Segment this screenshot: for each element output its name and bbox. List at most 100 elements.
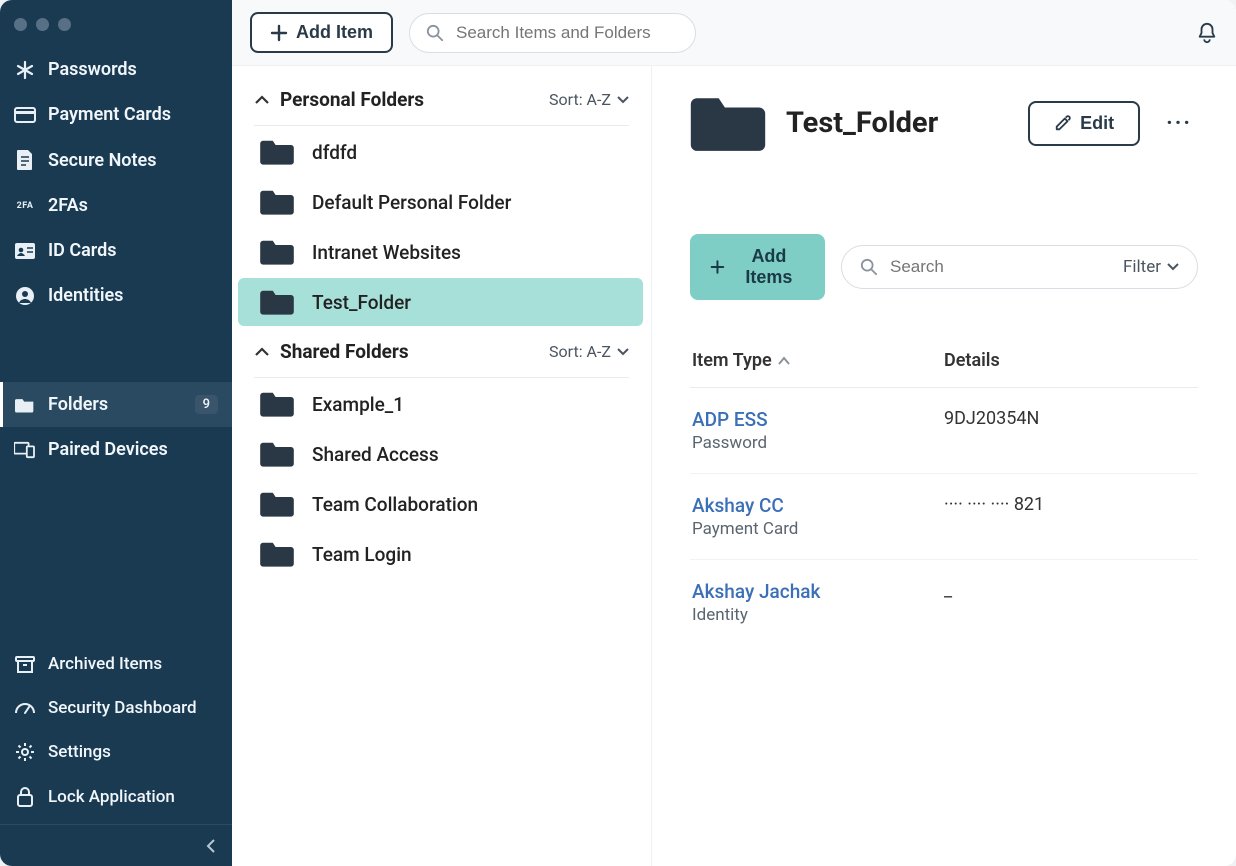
sidebar-item-settings[interactable]: Settings [0,730,232,774]
sort-button[interactable]: Sort: A-Z [549,90,629,109]
sidebar-item-identities[interactable]: Identities [0,273,232,318]
chevron-left-icon [206,838,216,854]
folder-detail-panel: Test_Folder Edit ··· Add Items [652,66,1236,866]
folder-icon [260,138,294,166]
sidebar-item-label: Lock Application [48,787,175,807]
chevron-up-icon [254,94,270,106]
folder-row[interactable]: Team Login [238,530,643,578]
plus-icon [270,24,288,42]
item-details-cell: ···· ···· ···· 821 [944,494,1196,539]
filter-label: Filter [1123,257,1161,277]
sidebar-item-label: Archived Items [48,654,162,674]
sidebar-item-secure-notes[interactable]: Secure Notes [0,137,232,183]
item-details-cell: 9DJ20354N [944,408,1196,453]
folder-name: Team Login [312,543,412,566]
sidebar-item-2fas[interactable]: 2FA2FAs [0,183,232,228]
window-controls [0,0,232,43]
edit-label: Edit [1080,113,1114,134]
bell-icon [1196,21,1218,45]
items-table: Item Type Details ADP ESSPassword9DJ2035… [690,340,1198,645]
chevron-down-icon [1167,263,1179,271]
sidebar-item-label: Paired Devices [48,439,168,460]
item-row[interactable]: Akshay CCPayment Card···· ···· ···· 821 [690,474,1198,560]
notifications-button[interactable] [1196,21,1218,45]
folder-row[interactable]: Intranet Websites [238,228,643,276]
sidebar-item-id-cards[interactable]: ID Cards [0,228,232,273]
column-item-type[interactable]: Item Type [692,350,944,371]
item-type-cell: Akshay JachakIdentity [692,580,944,625]
id-icon [14,242,36,260]
folder-row[interactable]: Example_1 [238,380,643,428]
gauge-icon [14,699,36,717]
chevron-down-icon [617,348,629,356]
folder-row[interactable]: Test_Folder [238,278,643,326]
folder-row[interactable]: Shared Access [238,430,643,478]
add-item-label: Add Item [296,22,373,43]
folder-icon [260,390,294,418]
sort-button[interactable]: Sort: A-Z [549,342,629,361]
gear-icon [14,742,36,762]
sidebar-collapse-button[interactable] [0,824,232,866]
item-name[interactable]: Akshay CC [692,494,944,517]
global-search[interactable] [409,13,696,53]
folder-row[interactable]: dfdfd [238,128,643,176]
add-item-button[interactable]: Add Item [250,12,393,53]
item-subtype: Payment Card [692,519,944,539]
add-items-button[interactable]: Add Items [690,234,825,300]
traffic-light-close[interactable] [14,18,27,31]
global-search-input[interactable] [454,22,679,44]
item-row[interactable]: ADP ESSPassword9DJ20354N [690,388,1198,474]
person-icon [14,286,36,306]
item-name[interactable]: Akshay Jachak [692,580,944,603]
lock-icon [14,786,36,808]
folder-row[interactable]: Team Collaboration [238,480,643,528]
chevron-down-icon [617,96,629,104]
sidebar-item-label: ID Cards [48,240,117,261]
folder-icon [260,440,294,468]
sidebar-item-label: Secure Notes [48,150,156,171]
sidebar-item-archived[interactable]: Archived Items [0,642,232,686]
edit-button[interactable]: Edit [1028,101,1140,146]
sidebar-item-label: Passwords [48,59,137,80]
sidebar-item-folders[interactable]: Folders 9 [0,382,232,427]
section-header-personal[interactable]: Personal FoldersSort: A-Z [232,76,651,121]
main-area: Add Item Personal FoldersSort: A-Z dfdfd… [232,0,1236,866]
folder-name: Default Personal Folder [312,191,511,214]
folder-title: Test_Folder [786,106,1008,140]
sidebar-item-label: Security Dashboard [48,698,197,718]
item-name[interactable]: ADP ESS [692,408,944,431]
folder-search-input[interactable] [888,256,1113,278]
sidebar-item-security[interactable]: Security Dashboard [0,686,232,730]
pencil-icon [1054,114,1072,132]
folder-icon [260,238,294,266]
2fa-text-icon: 2FA [14,201,36,211]
column-details[interactable]: Details [944,350,1196,371]
sidebar-item-label: Settings [48,742,111,762]
item-row[interactable]: Akshay JachakIdentity_ [690,560,1198,645]
section-title: Shared Folders [280,340,539,363]
section-header-shared[interactable]: Shared Folders Sort: A-Z [232,328,651,373]
traffic-light-minimize[interactable] [36,18,49,31]
more-actions-button[interactable]: ··· [1160,107,1198,140]
sidebar-item-payment-cards[interactable]: Payment Cards [0,92,232,137]
devices-icon [14,441,36,459]
traffic-light-zoom[interactable] [58,18,71,31]
sort-asc-icon [778,356,790,366]
folder-icon [260,490,294,518]
sidebar-item-passwords[interactable]: Passwords [0,47,232,92]
item-subtype: Password [692,433,944,453]
filter-button[interactable]: Filter [1123,257,1179,277]
item-details-cell: _ [944,580,1196,625]
item-subtype: Identity [692,605,944,625]
sidebar-item-label: Folders [48,394,108,415]
folder-name: Shared Access [312,443,439,466]
sidebar-item-lock[interactable]: Lock Application [0,774,232,820]
topbar: Add Item [232,0,1236,66]
table-header: Item Type Details [690,340,1198,388]
folder-search[interactable]: Filter [841,245,1198,289]
folder-icon [260,540,294,568]
folders-count-badge: 9 [195,395,218,414]
folder-icon [260,188,294,216]
folder-row[interactable]: Default Personal Folder [238,178,643,226]
sidebar-item-paired-devices[interactable]: Paired Devices [0,427,232,472]
